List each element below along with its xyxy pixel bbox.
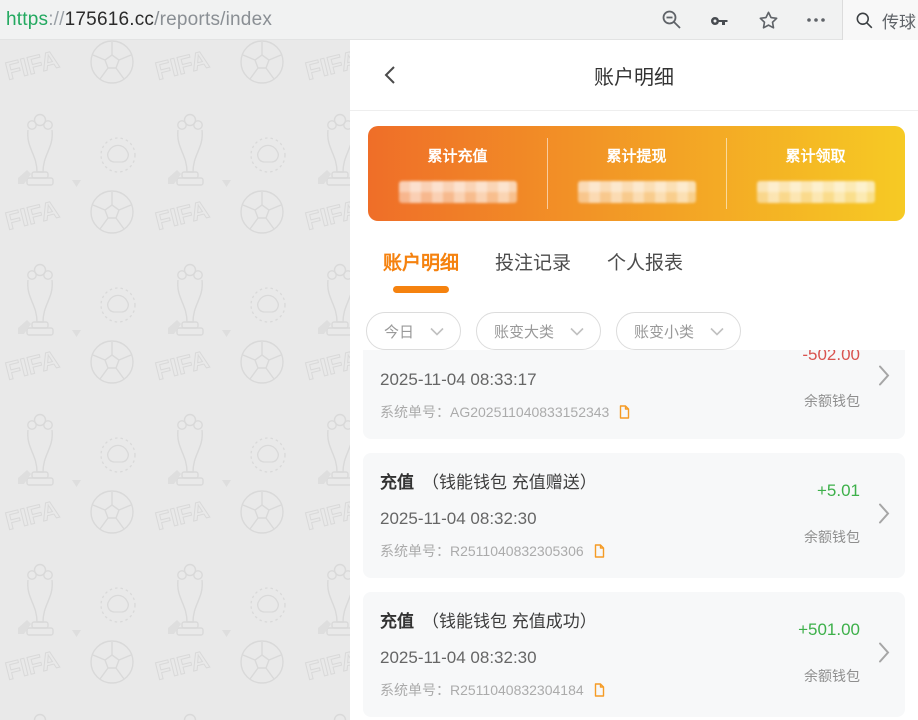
transaction-order-line: 系统单号： R2511040832305306 <box>380 541 795 561</box>
find-in-page-box[interactable]: 传球 <box>842 0 918 40</box>
active-tab-underline <box>393 286 449 293</box>
page-header: 账户明细 <box>350 40 918 111</box>
transaction-row[interactable]: 充值（钱能钱包 充值赠送） 2025-11-04 08:32:30 系统单号： … <box>363 453 905 578</box>
transaction-list[interactable]: 2025-11-04 08:33:17 系统单号： AG202511040833… <box>350 350 918 720</box>
tab-label: 账户明细 <box>383 253 459 274</box>
tab-personal-report[interactable]: 个人报表 <box>607 248 683 293</box>
chevron-down-icon <box>570 327 584 336</box>
transaction-wallet: 余额钱包 <box>798 666 860 686</box>
filter-label: 账变小类 <box>634 321 694 342</box>
order-label: 系统单号： <box>380 680 450 700</box>
order-number: R2511040832304184 <box>450 682 584 698</box>
summary-label: 累计提现 <box>547 145 726 166</box>
filter-major-type-dropdown[interactable]: 账变大类 <box>476 312 601 350</box>
summary-card: 累计充值 累计提现 累计领取 <box>368 126 905 221</box>
masked-value <box>757 181 875 203</box>
url-path: /reports/index <box>154 9 272 30</box>
chevron-down-icon <box>430 327 444 336</box>
transaction-amount: +5.01 <box>804 481 860 501</box>
transaction-order-line: 系统单号： R2511040832304184 <box>380 680 795 700</box>
url-separator: :// <box>48 9 64 30</box>
transaction-datetime: 2025-11-04 08:33:17 <box>380 370 795 390</box>
tab-account-details[interactable]: 账户明细 <box>383 248 459 293</box>
order-label: 系统单号： <box>380 402 450 422</box>
filter-bar: 今日 账变大类 账变小类 <box>350 293 918 350</box>
summary-total-deposit: 累计充值 <box>368 126 547 221</box>
app-panel: 账户明细 累计充值 累计提现 累计领取 账户明细 投注记录 <box>350 40 918 720</box>
masked-value <box>399 181 517 203</box>
summary-total-withdraw: 累计提现 <box>547 126 726 221</box>
transaction-amount: -502.00 <box>802 350 860 365</box>
chevron-left-icon <box>380 63 402 87</box>
transaction-amount: +501.00 <box>798 620 860 640</box>
chevron-down-icon <box>710 327 724 336</box>
back-button[interactable] <box>378 62 404 88</box>
key-icon[interactable] <box>708 8 732 32</box>
masked-value <box>578 181 696 203</box>
transaction-title: 充值（钱能钱包 充值成功） <box>380 607 795 632</box>
filter-label: 账变大类 <box>494 321 554 342</box>
copy-icon[interactable] <box>591 543 606 559</box>
filter-minor-type-dropdown[interactable]: 账变小类 <box>616 312 741 350</box>
copy-icon[interactable] <box>616 404 631 420</box>
fifa-pattern-graphic: FIFA <box>0 40 350 720</box>
url-scheme: https <box>6 9 48 30</box>
address-bar-actions <box>660 0 828 40</box>
watermark-background: FIFA <box>0 40 350 720</box>
order-number: AG202511040833152343 <box>450 404 609 420</box>
transaction-row[interactable]: 充值（钱能钱包 充值成功） 2025-11-04 08:32:30 系统单号： … <box>363 592 905 717</box>
tab-label: 投注记录 <box>495 253 571 274</box>
transaction-datetime: 2025-11-04 08:32:30 <box>380 648 795 668</box>
tab-bar: 账户明细 投注记录 个人报表 <box>350 221 918 293</box>
find-box-text: 传球 <box>882 8 916 33</box>
copy-icon[interactable] <box>591 682 606 698</box>
chevron-right-icon[interactable] <box>878 365 890 392</box>
chevron-right-icon[interactable] <box>878 502 890 529</box>
filter-date-dropdown[interactable]: 今日 <box>366 312 461 350</box>
transaction-right-column: -502.00 余额钱包 <box>802 350 860 411</box>
url-field[interactable]: https://175616.cc/reports/index <box>0 9 272 31</box>
screen: https://175616.cc/reports/index <box>0 0 918 720</box>
transaction-right-column: +5.01 余额钱包 <box>804 481 860 547</box>
summary-total-claimed: 累计领取 <box>726 126 905 221</box>
transaction-title: 充值（钱能钱包 充值赠送） <box>380 468 795 493</box>
zoom-out-icon[interactable] <box>660 8 684 32</box>
tab-bet-records[interactable]: 投注记录 <box>495 248 571 293</box>
summary-label: 累计领取 <box>726 145 905 166</box>
transaction-row[interactable]: 2025-11-04 08:33:17 系统单号： AG202511040833… <box>363 350 905 439</box>
transaction-right-column: +501.00 余额钱包 <box>798 620 860 686</box>
transaction-datetime: 2025-11-04 08:32:30 <box>380 509 795 529</box>
transaction-wallet: 余额钱包 <box>804 527 860 547</box>
bookmark-star-icon[interactable] <box>756 8 780 32</box>
transaction-title <box>380 350 795 354</box>
order-label: 系统单号： <box>380 541 450 561</box>
browser-address-bar: https://175616.cc/reports/index <box>0 0 918 40</box>
search-icon <box>855 11 874 30</box>
tab-label: 个人报表 <box>607 253 683 274</box>
chevron-right-icon[interactable] <box>878 641 890 668</box>
summary-label: 累计充值 <box>368 145 547 166</box>
filter-label: 今日 <box>384 321 414 342</box>
url-host: 175616.cc <box>65 9 154 30</box>
page-title: 账户明细 <box>594 61 674 90</box>
transaction-wallet: 余额钱包 <box>802 391 860 411</box>
order-number: R2511040832305306 <box>450 543 584 559</box>
transaction-order-line: 系统单号： AG202511040833152343 <box>380 402 795 422</box>
more-dots-icon[interactable] <box>804 8 828 32</box>
